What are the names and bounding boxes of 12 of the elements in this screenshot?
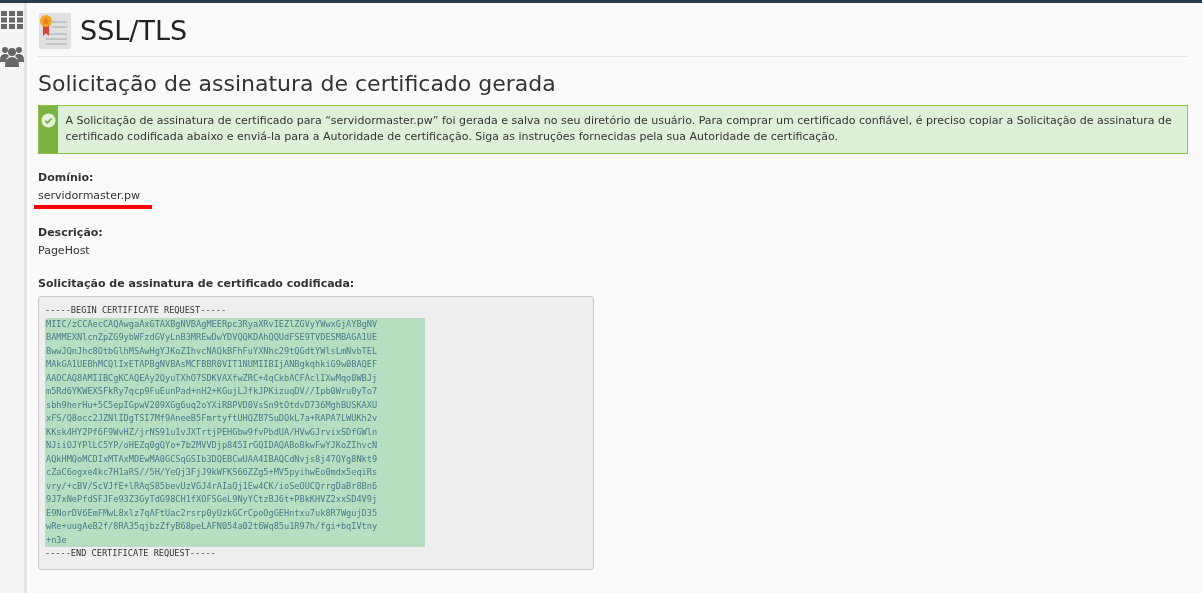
users-icon[interactable] <box>0 45 24 67</box>
alert-message: A Solicitação de assinatura de certificado para “servidormaster.pw” foi gerada e salva no seu diretório de usuário. Para comprar um certificado confiável, é preciso copiar a Solicitação de assinatura de certificado codificada abaixo e enviá-la para a Autoridade de certificação. Siga as instruções fornecidas pela sua Autoridade de certificação. <box>64 112 1173 145</box>
apps-grid-icon[interactable] <box>1 11 23 29</box>
field-label: Descrição: <box>38 224 104 241</box>
csr-text-area[interactable]: -----BEGIN CERTIFICATE REQUEST----- MIIC/zCCAecCAQAwgaAxGTAXBgNVBAgMEERpc3RyaXRvIEZlZGVyYWwxGjAYBgNV BAMMEXNlcnZpZG9ybWFzdGVyLnB3MREwDwYDVQQKDAhQQUdFSE9TVDESMBAGA1UE BwwJQnJhc8OtbGlhMSAwHgYJKoZIhvcNAQkBFhFuYXNhc29tQGdtYWlsLmNvbTEL MAkGA1UEBhMCQlIxETAPBgNVBAsMCFBBR0VIT1NUMIIBIjANBgkqhkiG9w0BAQEF AAOCAQ8AMIIBCgKCAQEAy2QyuTXhO7SDKVAXfwZRC+4qCkbACFAclIXwMqo0WBJj m5Rd6YKWEXSFkRy7qcp9FuEunPad+nH2+KGujLJfkJPKizuqDV//Ipb0Wru0yTo7 sbh9herHu+5C5epIGpwV209XGg6uq2oYXiRBPVD0VsSn9tOtdvD736MghBUSKAXU xFS/Q8occ2JZNlIDgTSI7Mf9AneeB5FmrtyftUHQZB7SuDOkL7a+RAPA7LWUKh2v KKsk4HY2Pf6F9WvHZ/jrNS91u1vJXTrtjPEHGbw9fvPbdUA/HVwGJrvixSDfGWln NJiiOJYPlLC5YP/oHEZq0gQYo+7b2MVVDjp845IrGQIDAQABoBkwFwYJKoZIhvcN AQkHMQoMCDIxMTAxMDEwMA0GCSqGSIb3DQEBCwUAA4IBAQCdNvjs8j47QYg8Nkt9 cZaC6ogxe4kc7H1aRS//5H/YeQj3FjJ9kWFKS66ZZg5+MV5pyihwEo0mdx5eqiRs vry/+cBV/ScVJfE+lRAqS85bevUzVGJ4rAIaQj1Ew4CK/ioSeOUCQrrgDaBr8Bn6 9J7xNePfdSFJFe93Z3GyTdG98CH1fXOFSGeL9NyYCtzBJ6t+PBkKHVZ2xxSD4V9j E9NorDV6EmFMwL8xlz7qAFtUac2rsrp0yUzkGCrCpoOgGEHntxu7uk8R7WgujD35 wRe+uugAeB2f/8RA35qjbzZfyB68peLAFN054a02t6Wq85u1R97h/fgi+bqIVtny +n3e -----END CERTIFICATE REQUEST----- <box>38 296 594 570</box>
section-heading: Solicitação de assinatura de certificado gerada <box>38 70 557 97</box>
field-label: Domínio: <box>38 169 95 186</box>
field-value: servidormaster.pw <box>38 188 140 205</box>
field-value: PageHost <box>38 243 90 260</box>
certificate-icon <box>38 12 72 51</box>
field-label: Solicitação de assinatura de certificado codificada: <box>38 275 356 292</box>
page-title: SSL/TLS <box>80 14 188 48</box>
